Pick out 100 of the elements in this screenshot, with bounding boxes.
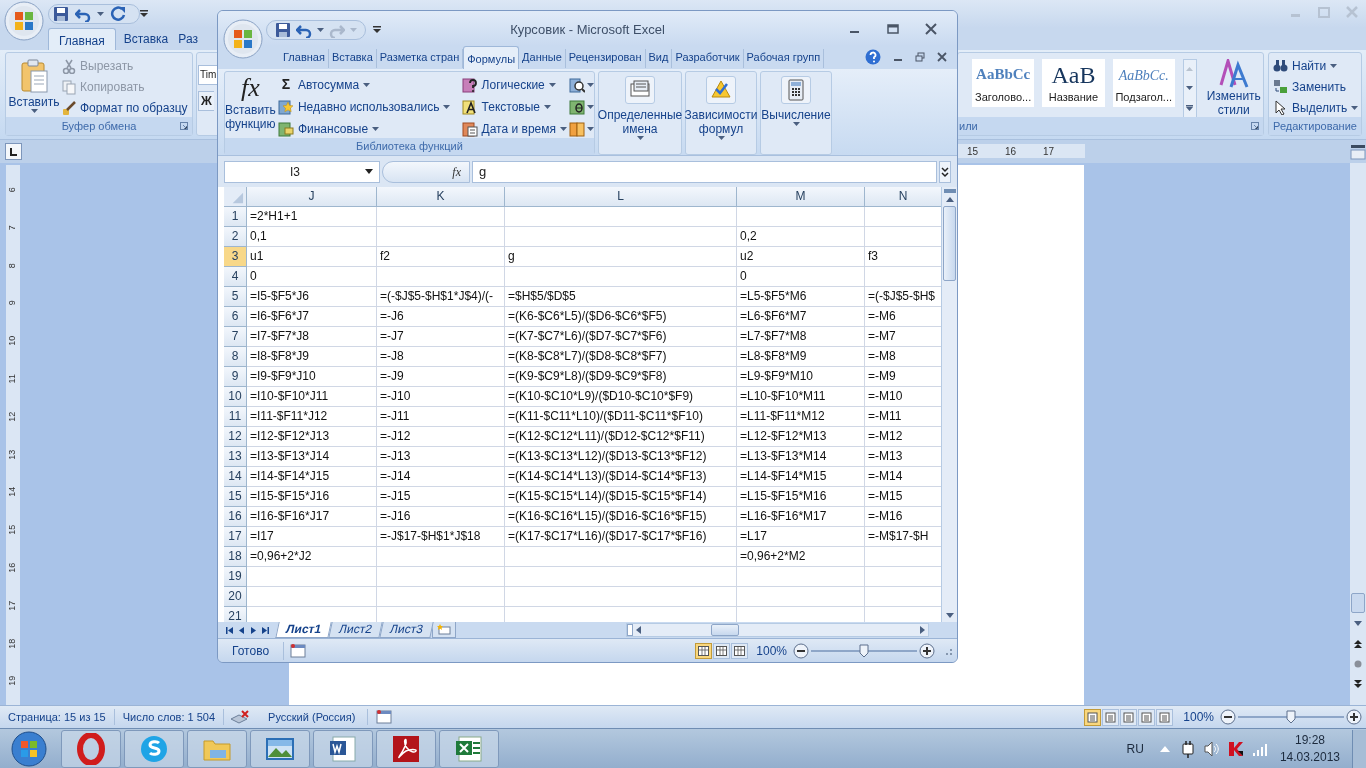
name-box[interactable]: I3 — [224, 160, 380, 183]
group-label: Библиотека функций — [356, 139, 463, 154]
table-cell: =0,96+2*J2 — [247, 547, 377, 567]
row-header[interactable]: 16 — [224, 507, 247, 527]
ribbon-button[interactable]: Зависимости формул — [686, 72, 756, 154]
insert-function-button[interactable]: fx Вставить функцию — [225, 72, 276, 138]
ribbon-tab[interactable]: Вставка — [328, 49, 377, 68]
column-header[interactable]: K — [377, 187, 505, 207]
formula-field[interactable]: g — [472, 160, 937, 183]
ribbon-button[interactable]: Формат по образцу — [62, 99, 188, 117]
row-header[interactable]: 5 — [224, 287, 247, 307]
table-cell: 0 — [737, 267, 865, 287]
ribbon-button[interactable]: Дата и время — [461, 119, 567, 138]
table-cell: =L15-$F15*M16 — [737, 487, 865, 507]
ribbon-button[interactable]: Недавно использовались — [277, 97, 460, 116]
ribbon-tab[interactable]: Формулы — [463, 46, 520, 69]
row-header[interactable]: 18 — [224, 547, 247, 567]
sheet-tab[interactable]: Лист3 — [379, 622, 434, 638]
row-header[interactable]: 6 — [224, 307, 247, 327]
table-cell: =I14-$F14*J15 — [247, 467, 377, 487]
font-name-field[interactable]: Tim — [198, 65, 217, 85]
clock-time[interactable]: 19:28 — [1294, 731, 1325, 749]
ribbon-button[interactable]: Σ Автосумма — [277, 75, 460, 94]
row-header[interactable]: 17 — [224, 527, 247, 547]
ribbon-tab[interactable]: Рабочая групп — [743, 49, 825, 68]
sheet-tab[interactable]: Лист2 — [328, 622, 383, 638]
row-header[interactable]: 10 — [224, 387, 247, 407]
change-styles-button[interactable]: Изменить стили — [1204, 59, 1263, 121]
table-cell: =I13-$F13*J14 — [247, 447, 377, 467]
table-cell: =(K10-$C10*L9)/($D10-$C10*$F9) — [505, 387, 737, 407]
column-header[interactable]: L — [505, 187, 737, 207]
sheet-tab[interactable]: Лист1 — [275, 622, 332, 638]
ribbon-tab[interactable]: Главная — [280, 49, 329, 68]
ruler-number: 15 — [967, 145, 979, 159]
table-cell: =(K14-$C14*L13)/($D14-$C14*$F13) — [505, 467, 737, 487]
table-cell: =L5-$F5*M6 — [737, 287, 865, 307]
table-cell: =-J8 — [377, 347, 505, 367]
ribbon-button[interactable]: Текстовые — [461, 97, 567, 116]
table-cell: =(K6-$C6*L5)/($D6-$C6*$F5) — [505, 307, 737, 327]
bold-button[interactable]: Ж — [198, 91, 214, 111]
row-header[interactable]: 9 — [224, 367, 247, 387]
table-cell: =I16-$F16*J17 — [247, 507, 377, 527]
row-header[interactable]: 13 — [224, 447, 247, 467]
ruler-number: 9 — [6, 299, 19, 308]
row-header[interactable]: 20 — [224, 587, 247, 607]
table-cell: =I5-$F5*J6 — [247, 287, 377, 307]
ribbon-button[interactable]: Определенные имена — [599, 72, 681, 154]
group-label: или — [959, 118, 978, 134]
zoom-level: 100% — [1183, 709, 1214, 726]
table-cell: =L9-$F9*M10 — [737, 367, 865, 387]
ribbon-tab[interactable]: Вставка — [121, 30, 171, 50]
table-cell: =L10-$F10*M11 — [737, 387, 865, 407]
style-tile[interactable]: AaBbCc. Подзагол... — [1112, 59, 1175, 107]
table-cell: =-J7 — [377, 327, 505, 347]
paste-button[interactable]: Вставить — [6, 53, 62, 117]
table-cell: 0 — [247, 267, 377, 287]
ribbon-button[interactable]: Выделить — [1273, 98, 1361, 117]
row-header[interactable]: 12 — [224, 427, 247, 447]
ribbon-button[interactable]: Финансовые — [277, 119, 460, 138]
ribbon-tab[interactable]: Рецензирован — [565, 49, 646, 68]
table-cell: =-J13 — [377, 447, 505, 467]
row-header[interactable]: 2 — [224, 227, 247, 247]
table-cell: =2*H1+1 — [247, 207, 377, 227]
ribbon-tab[interactable]: Вид — [645, 49, 673, 68]
row-header[interactable]: 15 — [224, 487, 247, 507]
ruler-number: 8 — [6, 261, 19, 270]
style-tile[interactable]: AaB Название — [1042, 59, 1105, 107]
ribbon-tab[interactable]: Разработчик — [672, 49, 744, 68]
ribbon-button[interactable]: Вычисление — [761, 72, 831, 154]
row-header[interactable]: 14 — [224, 467, 247, 487]
row-header[interactable]: 4 — [224, 267, 247, 287]
table-cell: =0,96+2*M2 — [737, 547, 865, 567]
column-header[interactable]: J — [247, 187, 377, 207]
row-header[interactable]: 3 — [224, 247, 247, 267]
zoom-level: 100% — [756, 642, 787, 660]
ruler-number: 19 — [6, 675, 19, 689]
style-tile[interactable]: AaBbCc Заголово... — [972, 59, 1035, 107]
clock-date[interactable]: 14.03.2013 — [1279, 748, 1340, 766]
column-header[interactable]: N — [865, 187, 941, 207]
ribbon-tab[interactable]: Раз — [176, 30, 200, 50]
ribbon-button[interactable]: Найти — [1273, 56, 1361, 75]
row-header[interactable]: 8 — [224, 347, 247, 367]
insert-function-button[interactable]: fx — [382, 160, 470, 183]
row-header[interactable]: 21 — [224, 607, 247, 622]
status-text: Страница: 15 из 15 — [0, 708, 115, 726]
table-cell: =(K17-$C17*L16)/($D17-$C17*$F16) — [505, 527, 737, 547]
table-cell: =L8-$F8*M9 — [737, 347, 865, 367]
table-cell: =L7-$F7*M8 — [737, 327, 865, 347]
language-indicator[interactable]: RU — [1126, 739, 1144, 758]
row-header[interactable]: 19 — [224, 567, 247, 587]
ribbon-tab[interactable]: Главная — [48, 28, 116, 50]
table-cell: =L16-$F16*M17 — [737, 507, 865, 527]
row-header[interactable]: 11 — [224, 407, 247, 427]
ribbon-button[interactable]: Логические — [461, 75, 567, 94]
ribbon-tab[interactable]: Данные — [519, 49, 566, 68]
row-header[interactable]: 1 — [224, 207, 247, 227]
column-header[interactable]: M — [737, 187, 865, 207]
ribbon-button[interactable]: Заменить — [1273, 77, 1361, 96]
row-header[interactable]: 7 — [224, 327, 247, 347]
table-cell: =-J9 — [377, 367, 505, 387]
